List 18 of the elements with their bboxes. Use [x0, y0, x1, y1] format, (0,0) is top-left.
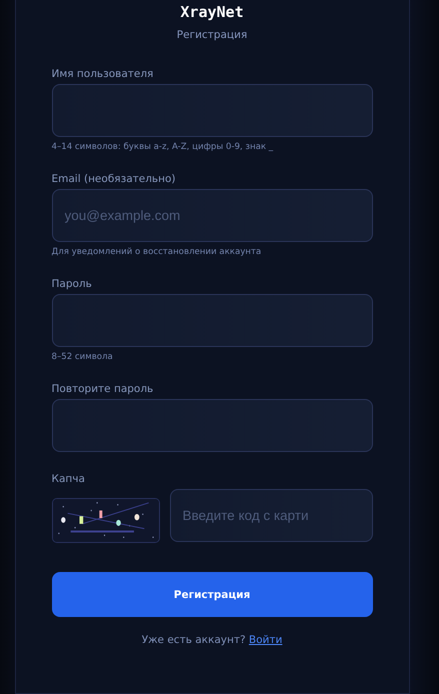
captcha-field[interactable]: Введите код с карти — [170, 489, 372, 542]
footer-text: Уже есть аккаунт? — [142, 634, 246, 646]
username-field[interactable] — [52, 84, 372, 137]
register-button[interactable]: Регистрация — [52, 572, 372, 617]
password-field[interactable] — [52, 399, 372, 452]
field-hint: Для уведомлений о восстановлении аккаунта — [52, 247, 262, 257]
brand-title: XrayNet — [179, 3, 245, 22]
password-field[interactable] — [52, 294, 372, 347]
field-label: Повторите пароль — [52, 383, 154, 397]
email-field[interactable]: you@example.com — [52, 189, 372, 242]
field-hint: 8–52 символа — [52, 352, 114, 362]
field-label: Пароль — [52, 278, 93, 292]
page-subtitle: Регистрация — [176, 29, 248, 41]
field-label: Email (необязательно) — [52, 173, 176, 187]
login-link[interactable]: Войти — [248, 634, 282, 646]
field-hint: 4–14 символов: буквы a-z, A-Z, цифры 0-9, знак _ — [52, 142, 274, 152]
field-label: Имя пользователя — [52, 68, 154, 82]
field-label: Капча — [52, 473, 86, 487]
